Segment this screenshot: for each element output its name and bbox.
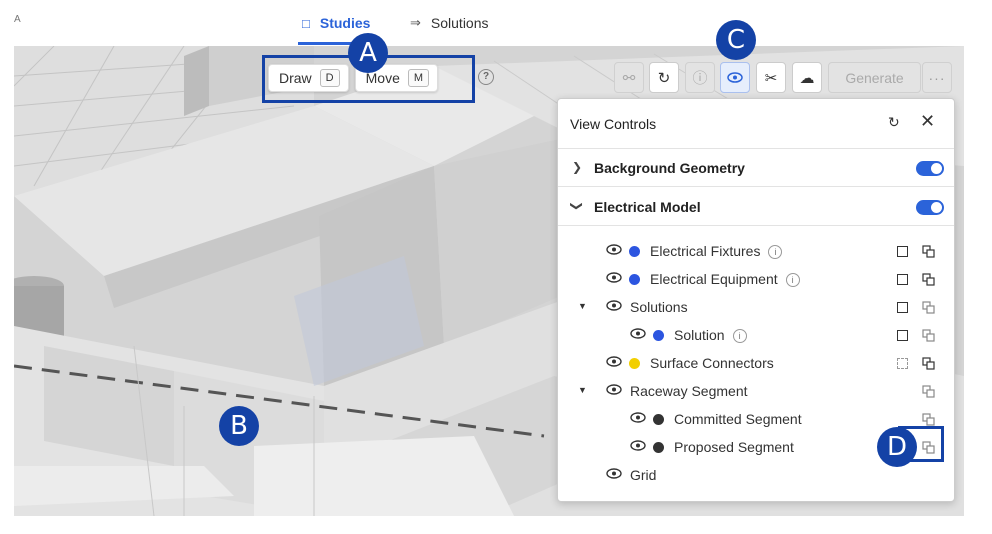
layer-color-dot bbox=[629, 274, 640, 285]
caret-down-icon[interactable]: ▼ bbox=[578, 301, 587, 311]
layer-label: Solutions bbox=[630, 299, 688, 315]
layer-label: Proposed Segment bbox=[674, 439, 794, 455]
section-electrical-model[interactable]: ❯ Electrical Model bbox=[558, 188, 954, 226]
help-icon[interactable]: ? bbox=[478, 69, 494, 85]
eye-icon[interactable] bbox=[606, 468, 622, 479]
eye-icon[interactable] bbox=[606, 272, 622, 283]
layer-row: Electrical Fixtures i bbox=[558, 237, 954, 265]
eye-icon[interactable] bbox=[630, 328, 646, 339]
more-button[interactable]: ··· bbox=[922, 62, 952, 93]
layer-label: Raceway Segment bbox=[630, 383, 748, 399]
callout-a: A bbox=[348, 33, 388, 73]
eye-icon[interactable] bbox=[720, 62, 750, 93]
cloud-upload-icon[interactable]: ☁ bbox=[792, 62, 822, 93]
copy-icon[interactable] bbox=[922, 385, 935, 398]
tab-solutions-label: Solutions bbox=[430, 15, 489, 31]
section-label: Background Geometry bbox=[594, 160, 745, 176]
book-icon: □ bbox=[302, 15, 310, 31]
branch-icon: ⇒ bbox=[410, 15, 421, 30]
corner-mark: A bbox=[14, 14, 21, 25]
eye-glyph bbox=[727, 72, 743, 83]
layer-color-dot bbox=[653, 414, 664, 425]
eye-icon[interactable] bbox=[606, 244, 622, 255]
reset-icon[interactable]: ↻ bbox=[888, 114, 900, 131]
layer-name: Electrical Equipment bbox=[650, 271, 778, 287]
layer-label: Grid bbox=[630, 467, 657, 483]
layer-color-dot bbox=[629, 246, 640, 257]
tab-studies[interactable]: □ Studies bbox=[302, 13, 370, 33]
scissors-icon[interactable]: ✂ bbox=[756, 62, 786, 93]
copy-icon[interactable] bbox=[922, 245, 935, 258]
copy-icon[interactable] bbox=[922, 301, 935, 314]
generate-button[interactable]: Generate bbox=[828, 62, 921, 93]
section-label: Electrical Model bbox=[594, 199, 701, 215]
caret-down-icon[interactable]: ▼ bbox=[578, 385, 587, 395]
close-icon[interactable]: ✕ bbox=[920, 111, 935, 132]
layer-checkbox[interactable] bbox=[897, 302, 908, 313]
layer-checkbox[interactable] bbox=[897, 330, 908, 341]
electrical-model-toggle[interactable] bbox=[916, 200, 944, 215]
callout-d: D bbox=[877, 427, 917, 467]
eye-icon[interactable] bbox=[606, 300, 622, 311]
layer-checkbox[interactable] bbox=[897, 274, 908, 285]
layer-row: ▼ Raceway Segment bbox=[558, 377, 954, 405]
layer-row: Electrical Equipment i bbox=[558, 265, 954, 293]
layer-name: Solution bbox=[674, 327, 725, 343]
chevron-right-icon[interactable]: ❯ bbox=[572, 160, 582, 174]
copy-icon[interactable] bbox=[922, 413, 935, 426]
layer-color-dot bbox=[653, 330, 664, 341]
info-icon[interactable]: i bbox=[768, 245, 783, 259]
callout-c: C bbox=[716, 20, 756, 60]
layer-name: Electrical Fixtures bbox=[650, 243, 761, 259]
panel-title: View Controls bbox=[570, 116, 657, 132]
tab-solutions[interactable]: ⇒ Solutions bbox=[410, 13, 489, 33]
chevron-down-icon[interactable]: ❯ bbox=[570, 201, 584, 211]
section-background-geometry[interactable]: ❯ Background Geometry bbox=[558, 149, 954, 187]
tab-studies-label: Studies bbox=[319, 15, 371, 31]
copy-icon[interactable] bbox=[922, 329, 935, 342]
info-icon[interactable]: i bbox=[785, 273, 800, 287]
top-bar: A □ Studies ⇒ Solutions bbox=[0, 0, 992, 46]
layer-label: Surface Connectors bbox=[650, 355, 774, 371]
layer-label: Electrical Fixtures i bbox=[650, 243, 783, 259]
layer-label: Committed Segment bbox=[674, 411, 802, 427]
refresh-icon[interactable]: ↻ bbox=[649, 62, 679, 93]
eye-icon[interactable] bbox=[606, 356, 622, 367]
eye-icon[interactable] bbox=[606, 384, 622, 395]
layer-color-dot bbox=[653, 442, 664, 453]
layer-color-dot bbox=[629, 358, 640, 369]
eye-icon[interactable] bbox=[630, 440, 646, 451]
copy-icon[interactable] bbox=[922, 357, 935, 370]
layer-checkbox[interactable] bbox=[897, 246, 908, 257]
layer-label: Electrical Equipment i bbox=[650, 271, 800, 287]
layer-row: Surface Connectors bbox=[558, 349, 954, 377]
layer-checkbox[interactable] bbox=[897, 358, 908, 369]
layer-row: ▼ Solutions bbox=[558, 293, 954, 321]
eye-icon[interactable] bbox=[630, 412, 646, 423]
background-geometry-toggle[interactable] bbox=[916, 161, 944, 176]
layer-label: Solution i bbox=[674, 327, 747, 343]
layer-row: Solution i bbox=[558, 321, 954, 349]
info-icon[interactable]: i bbox=[732, 329, 747, 343]
app-frame: A □ Studies ⇒ Solutions Draw D Move M ? … bbox=[0, 0, 992, 534]
callout-b: B bbox=[219, 406, 259, 446]
link-icon[interactable]: ⚯ bbox=[614, 62, 644, 93]
info-icon[interactable]: ⓘ bbox=[685, 62, 715, 93]
copy-icon[interactable] bbox=[922, 273, 935, 286]
panel-header: View Controls ↻ ✕ bbox=[558, 99, 954, 149]
